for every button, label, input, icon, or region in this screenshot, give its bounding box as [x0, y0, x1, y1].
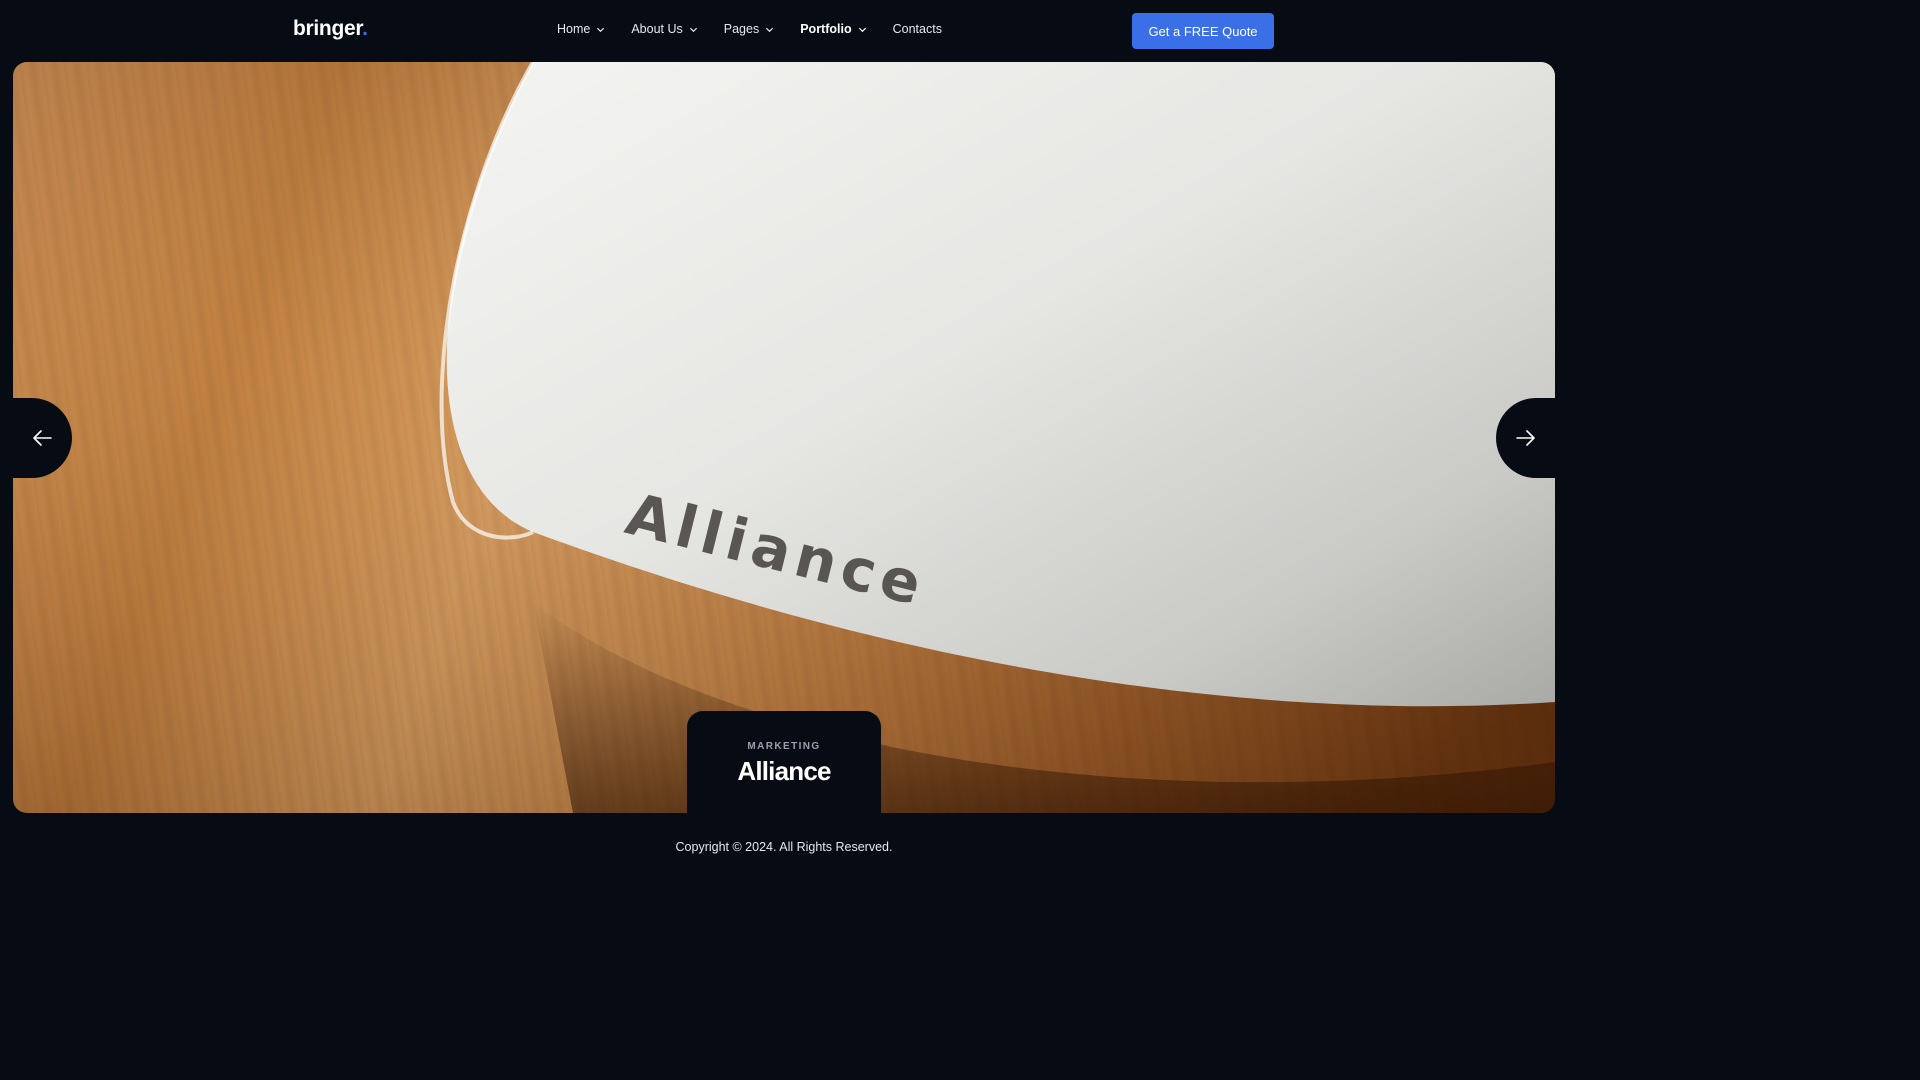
chevron-down-icon [766, 27, 774, 32]
nav-item-label: Contacts [892, 22, 942, 36]
site-header: bringer. Home About Us Pages Portfolio C… [0, 0, 1568, 62]
nav-item-about-us[interactable]: About Us [631, 22, 697, 36]
chevron-down-icon [858, 27, 866, 32]
nav-item-label: Portfolio [800, 22, 852, 36]
hero-product-image: Alliance [13, 62, 1555, 813]
nav-item-label: Home [557, 22, 591, 36]
chevron-down-icon [689, 27, 697, 32]
get-quote-button[interactable]: Get a FREE Quote [1132, 13, 1274, 49]
logo[interactable]: bringer. [293, 17, 368, 41]
portfolio-hero-slide: Alliance MARKETING Alliance [13, 62, 1555, 813]
page: bringer. Home About Us Pages Portfolio C… [0, 0, 1568, 882]
arrow-right-icon [1516, 430, 1535, 446]
slide-title: Alliance [737, 756, 831, 786]
nav-item-home[interactable]: Home [557, 22, 605, 36]
chevron-down-icon [597, 27, 605, 32]
slide-category: MARKETING [747, 741, 821, 752]
nav-item-portfolio[interactable]: Portfolio [800, 22, 866, 36]
nav-item-pages[interactable]: Pages [724, 22, 774, 36]
slide-title-card: MARKETING Alliance [687, 711, 881, 813]
nav-item-contacts[interactable]: Contacts [893, 22, 942, 36]
nav-item-label: About Us [631, 22, 683, 36]
main-nav: Home About Us Pages Portfolio Contacts [557, 22, 942, 36]
copyright-text: Copyright © 2024. All Rights Reserved. [675, 840, 893, 854]
site-footer: Copyright © 2024. All Rights Reserved. [0, 840, 1568, 854]
nav-item-label: Pages [723, 22, 760, 36]
arrow-left-icon [33, 430, 52, 446]
